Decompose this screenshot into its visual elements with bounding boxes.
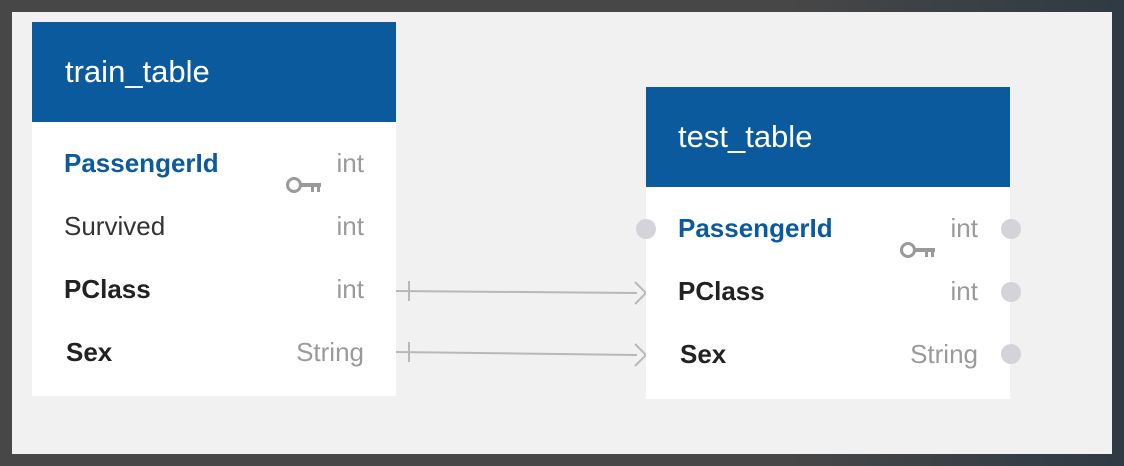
field-name: PassengerId (678, 213, 833, 243)
table-train[interactable]: train_table PassengerId int Survived int… (32, 22, 396, 396)
table-test[interactable]: test_table PassengerId int PClass int Se… (646, 87, 1010, 399)
port-dot-right-sex[interactable] (1001, 344, 1021, 364)
table-row-sex[interactable]: Sex String (32, 321, 396, 384)
table-row-survived[interactable]: Survived int (32, 195, 396, 258)
field-type: int (950, 276, 978, 306)
table-row-sex[interactable]: Sex String (646, 323, 1010, 386)
field-name: Sex (680, 339, 727, 369)
port-dot-right-pclass[interactable] (1001, 282, 1021, 302)
field-type: int (336, 148, 364, 178)
table-title[interactable]: test_table (646, 87, 1010, 187)
diagram-canvas[interactable]: train_table PassengerId int Survived int… (12, 12, 1112, 454)
relationship-pclass[interactable] (395, 281, 648, 305)
port-dot-left-passengerid[interactable] (636, 219, 656, 239)
table-row-passengerid[interactable]: PassengerId int (646, 197, 1010, 260)
field-type: int (336, 211, 364, 241)
field-name: PassengerId (64, 148, 219, 178)
table-row-pclass[interactable]: PClass int (646, 260, 1010, 323)
port-dot-right-passengerid[interactable] (1001, 219, 1021, 239)
table-title[interactable]: train_table (32, 22, 396, 122)
field-type: int (336, 274, 364, 304)
field-type: String (296, 337, 364, 367)
field-name: PClass (678, 276, 765, 306)
table-row-pclass[interactable]: PClass int (32, 258, 396, 321)
field-name: PClass (64, 274, 151, 304)
relationship-sex[interactable] (395, 342, 648, 367)
field-name: Sex (66, 337, 113, 367)
field-type: String (910, 339, 978, 369)
field-name: Survived (64, 211, 166, 241)
field-type: int (950, 213, 978, 243)
table-row-passengerid[interactable]: PassengerId int (32, 132, 396, 195)
